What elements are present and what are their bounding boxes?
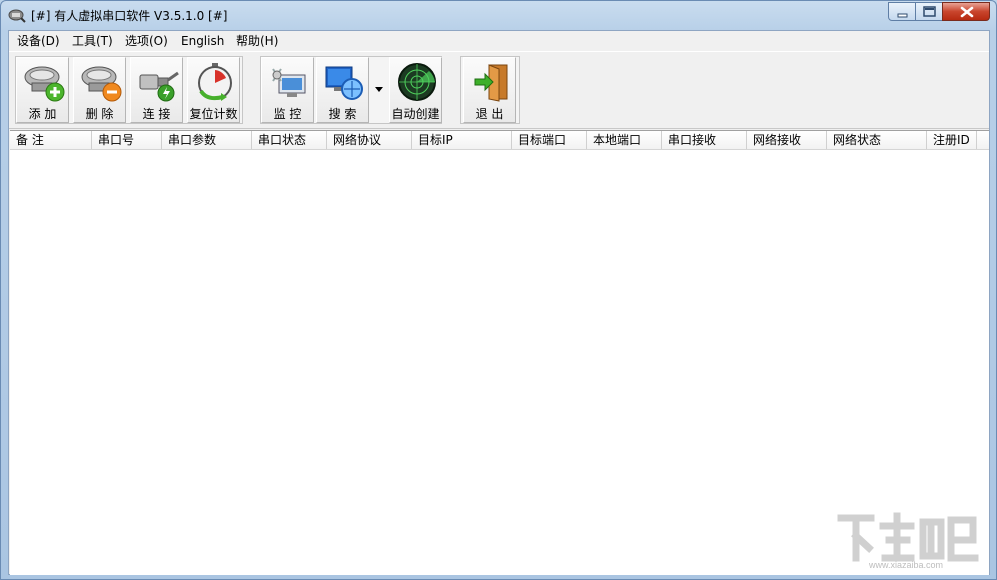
column-header-port-receive[interactable]: 串口接收: [662, 131, 747, 149]
menu-help[interactable]: 帮助(H): [235, 33, 279, 49]
column-header-net-status[interactable]: 网络状态: [827, 131, 927, 149]
column-header-note[interactable]: 备 注: [10, 131, 92, 149]
toolbar-group-network: 监 控 搜 索 自动创建: [260, 56, 442, 124]
column-header-protocol[interactable]: 网络协议: [327, 131, 412, 149]
delete-button[interactable]: 删 除: [73, 57, 126, 123]
client-area: 设备(D) 工具(T) 选项(O) English 帮助(H) 添 加 删 除 …: [8, 30, 990, 575]
app-window: [#] 有人虚拟串口软件 V3.5.1.0 [#] 设备(D) 工具(T) 选项…: [0, 0, 997, 580]
delete-button-label: 删 除: [85, 107, 114, 121]
minimize-icon: [897, 13, 908, 18]
auto-create-button[interactable]: 自动创建: [389, 57, 442, 123]
monitor-button[interactable]: 监 控: [261, 57, 314, 123]
column-header-target-port[interactable]: 目标端口: [512, 131, 587, 149]
column-header-port[interactable]: 串口号: [92, 131, 162, 149]
menu-tools[interactable]: 工具(T): [71, 33, 114, 49]
monitor-button-label: 监 控: [273, 107, 302, 121]
minimize-button[interactable]: [888, 2, 916, 21]
network-search-icon: [325, 66, 363, 100]
watermark-url: www.xiazaiba.com: [868, 560, 943, 570]
search-dropdown-icon[interactable]: [375, 87, 383, 92]
menu-bar: 设备(D) 工具(T) 选项(O) English 帮助(H): [9, 31, 989, 50]
exit-door-icon: [474, 64, 508, 102]
title-bar[interactable]: [#] 有人虚拟串口软件 V3.5.1.0 [#]: [1, 1, 996, 29]
auto-create-button-label: 自动创建: [391, 107, 440, 121]
maximize-icon: [923, 6, 936, 17]
watermark-logo: www.xiazaiba.com: [837, 512, 979, 570]
column-header-port-params[interactable]: 串口参数: [162, 131, 252, 149]
menu-options[interactable]: 选项(O): [124, 33, 169, 49]
serial-add-icon: [24, 66, 65, 102]
add-button[interactable]: 添 加: [16, 57, 69, 123]
menu-device[interactable]: 设备(D): [16, 33, 61, 49]
serial-delete-icon: [81, 66, 122, 102]
connector-icon: [139, 71, 179, 102]
monitor-icon: [272, 68, 306, 97]
stopwatch-icon: [198, 63, 232, 101]
window-title: [#] 有人虚拟串口软件 V3.5.1.0 [#]: [31, 9, 228, 23]
radar-icon: [398, 63, 436, 101]
toolbar-group-device: 添 加 删 除 连 接 复位计数: [15, 56, 243, 124]
search-button[interactable]: 搜 索: [316, 57, 369, 123]
column-header-register-id[interactable]: 注册ID: [927, 131, 977, 149]
reset-count-button-label: 复位计数: [189, 107, 238, 121]
toolbar-group-exit: 退 出: [460, 56, 520, 124]
maximize-button[interactable]: [915, 2, 943, 21]
serial-plug-icon[interactable]: [8, 7, 26, 23]
menu-english[interactable]: English: [180, 33, 225, 49]
search-button-label: 搜 索: [328, 107, 357, 121]
column-header-target-ip[interactable]: 目标IP: [412, 131, 512, 149]
table-header: 备 注 串口号 串口参数 串口状态 网络协议 目标IP 目标端口 本地端口 串口…: [10, 131, 989, 150]
close-button[interactable]: [942, 2, 990, 21]
connect-button[interactable]: 连 接: [130, 57, 183, 123]
exit-button[interactable]: 退 出: [463, 57, 516, 123]
exit-button-label: 退 出: [475, 107, 504, 121]
column-header-port-status[interactable]: 串口状态: [252, 131, 327, 149]
column-header-net-receive[interactable]: 网络接收: [747, 131, 827, 149]
close-icon: [960, 6, 974, 18]
reset-count-button[interactable]: 复位计数: [187, 57, 240, 123]
column-header-local-port[interactable]: 本地端口: [587, 131, 662, 149]
toolbar: 添 加 删 除 连 接 复位计数 监 控 搜 索 自动创建 退 出: [9, 51, 989, 129]
add-button-label: 添 加: [28, 107, 57, 121]
connect-button-label: 连 接: [142, 107, 171, 121]
